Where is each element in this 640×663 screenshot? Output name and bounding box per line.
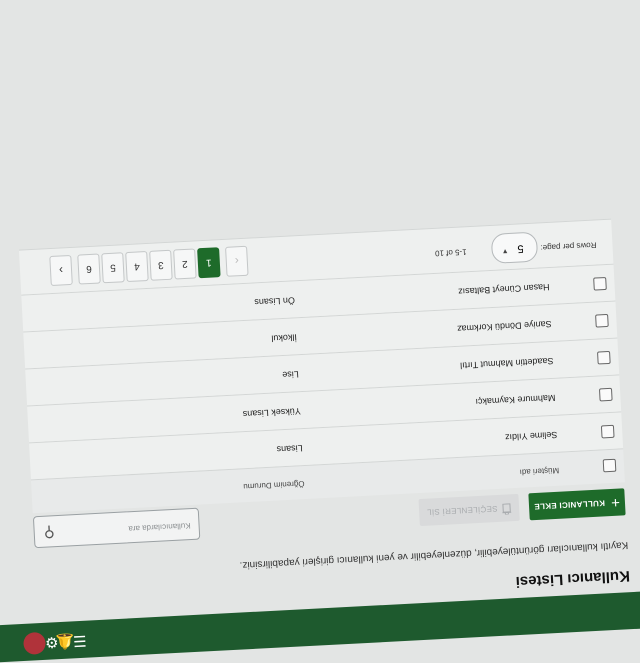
page-button-6[interactable]: 6 (77, 253, 101, 284)
cell-name: Saadettin Mahmut Tırtıl (460, 356, 554, 371)
cell-name: Mahmure Kaymakçı (475, 393, 555, 407)
row-checkbox[interactable] (597, 351, 611, 365)
page-number: 1 (206, 257, 212, 268)
page-number: 4 (134, 261, 140, 272)
settings-icon[interactable]: ⚙ (45, 633, 59, 652)
row-checkbox[interactable] (595, 314, 609, 328)
page-button-3[interactable]: 3 (149, 250, 173, 281)
search-icon: ⚲ (43, 523, 55, 542)
search-placeholder: Kullanıcılarda ara (128, 521, 191, 533)
row-checkbox[interactable] (601, 425, 615, 439)
range-label: 1-5 of 10 (435, 247, 467, 258)
search-input[interactable]: Kullanıcılarda ara ⚲ (33, 508, 200, 549)
page-subtitle: Kayıtlı kullanıcıları görüntüleyebilir, … (239, 539, 628, 570)
cell-name: Selime Yıldız (505, 430, 558, 443)
add-user-button[interactable]: + KULLANICI EKLE (528, 488, 625, 520)
page-number: 3 (158, 260, 164, 271)
plus-icon: + (610, 494, 620, 511)
chevron-left-icon: ‹ (234, 254, 239, 268)
cell-education: Ön Lisans (254, 295, 295, 307)
cell-name: Hasan Cüneyt Baltasız (458, 282, 550, 297)
chevron-right-icon: › (59, 263, 64, 277)
select-all-checkbox[interactable] (603, 459, 617, 473)
caret-down-icon: ▼ (502, 247, 509, 254)
rows-per-page-value: 5 (517, 242, 524, 254)
column-header-name[interactable]: Müşteri adı (519, 466, 559, 477)
page-button-1[interactable]: 1 (197, 247, 221, 278)
page-number: 2 (182, 258, 188, 269)
cell-education: İlkokul (271, 332, 297, 343)
trash-icon (502, 501, 512, 514)
rows-per-page-label: Rows per page: (540, 240, 596, 252)
avatar[interactable] (23, 632, 46, 655)
cell-education: Lisans (276, 443, 303, 454)
add-user-label: KULLANICI EKLE (534, 498, 605, 511)
column-header-education[interactable]: Öğrenim Durumu (243, 479, 305, 491)
page-button-5[interactable]: 5 (101, 252, 125, 283)
next-page-button[interactable]: › (49, 255, 73, 286)
user-table: Müşteri adı Öğrenim Durumu Selime Yıldız… (19, 219, 625, 514)
previous-page-button[interactable]: ‹ (225, 246, 249, 277)
delete-selected-button[interactable]: SEÇİLENLERİ SİL (419, 494, 520, 526)
page-button-2[interactable]: 2 (173, 248, 197, 279)
delete-selected-label: SEÇİLENLERİ SİL (427, 504, 498, 517)
top-app-bar: ☰ 🔔 ⚙ (0, 589, 640, 663)
page-number: 5 (110, 262, 116, 273)
cell-education: Lise (282, 369, 299, 380)
cell-name: Saniye Döndü Korkmaz (457, 319, 552, 334)
row-checkbox[interactable] (593, 277, 607, 291)
row-checkbox[interactable] (599, 388, 613, 402)
page-number: 6 (86, 263, 92, 274)
rows-per-page-select[interactable]: 5 ▼ (491, 232, 539, 264)
page-button-4[interactable]: 4 (125, 251, 149, 282)
cell-education: Yüksek Lisans (243, 406, 301, 419)
page-title: Kullanıcı Listesi (515, 567, 630, 590)
